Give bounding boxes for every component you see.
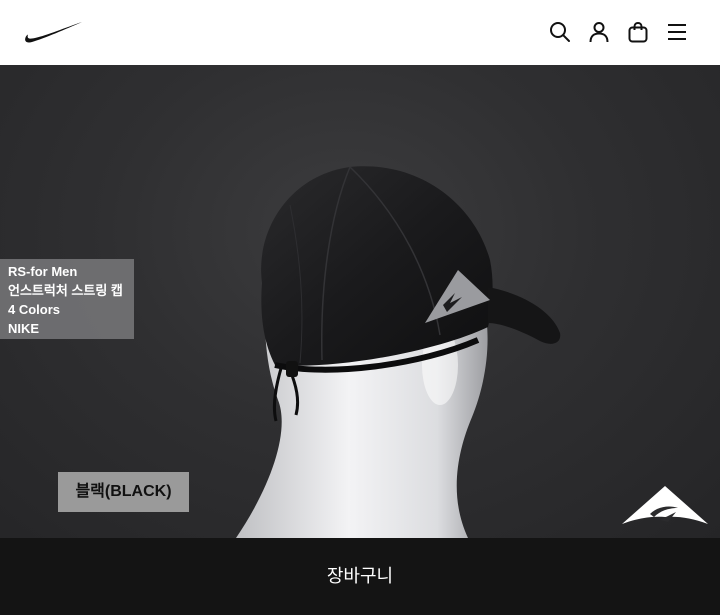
add-to-cart-button[interactable]: 장바구니: [0, 538, 720, 615]
product-colors-count: 4 Colors: [8, 302, 61, 317]
trail-logo-icon: [622, 486, 708, 524]
product-line: RS-for Men: [8, 264, 78, 279]
product-name: 언스트럭처 스트링 캡: [8, 283, 123, 298]
menu-icon[interactable]: [665, 20, 689, 44]
bottom-bar: 장바구니: [0, 538, 720, 615]
search-icon[interactable]: [548, 20, 572, 44]
product-hero-image: RS-for Men 언스트럭처 스트링 캡 4 Colors NIKE 블랙(…: [0, 65, 720, 538]
color-label: 블랙(BLACK): [58, 472, 189, 512]
site-header: [0, 0, 720, 65]
bag-icon[interactable]: [626, 20, 650, 44]
user-icon[interactable]: [587, 20, 611, 44]
nike-swoosh-logo[interactable]: [24, 19, 84, 45]
product-brand: NIKE: [8, 321, 40, 336]
product-info-box: RS-for Men 언스트럭처 스트링 캡 4 Colors NIKE: [0, 259, 134, 339]
